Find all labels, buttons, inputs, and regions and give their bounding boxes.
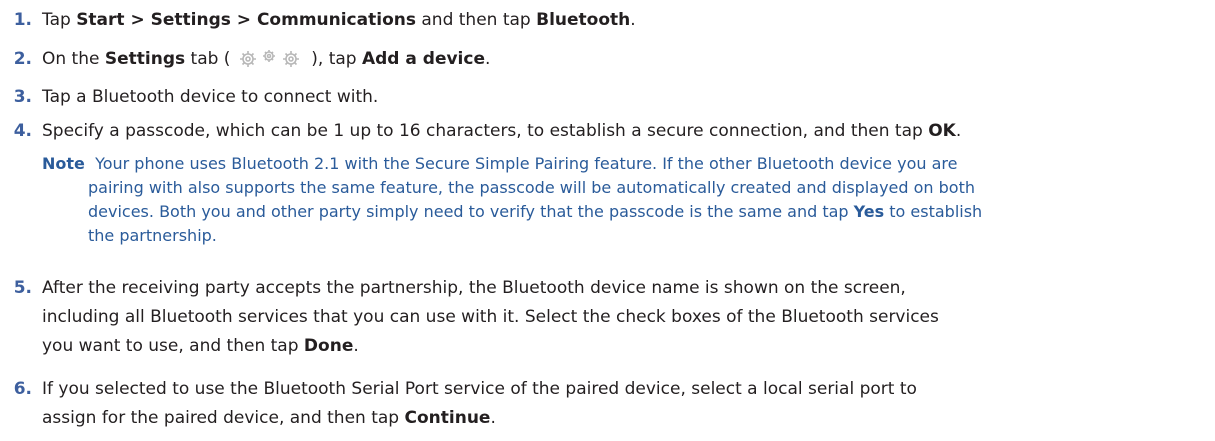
step-number: 5. (13, 278, 32, 298)
menu-path: Start > Settings > Communications (76, 10, 416, 30)
step-number: 6. (13, 379, 32, 399)
step-text-line-2: including all Bluetooth services that yo… (42, 307, 939, 327)
step-text-line-3: you want to use, and then tap Done. (42, 336, 359, 356)
note-line-1: Note Your phone uses Bluetooth 2.1 with … (42, 154, 958, 173)
ok-label: OK (928, 121, 956, 141)
note-label: Note (42, 154, 85, 173)
continue-label: Continue (404, 408, 491, 428)
done-label: Done (303, 336, 354, 356)
step-text: Tap Start > Settings > Communications an… (42, 10, 636, 30)
step-number: 3. (13, 87, 32, 107)
step-number: 2. (13, 49, 32, 69)
step-number: 4. (13, 121, 32, 141)
step-text-line-1: After the receiving party accepts the pa… (42, 278, 906, 298)
settings-label: Settings (104, 49, 186, 69)
yes-label: Yes (853, 202, 885, 221)
add-device-label: Add a device (361, 49, 485, 69)
note-line-3: devices. Both you and other party simply… (88, 202, 983, 221)
note-line-2: pairing with also supports the same feat… (88, 178, 975, 197)
step-text-line-1: If you selected to use the Bluetooth Ser… (42, 379, 917, 399)
step-text-line-2: assign for the paired device, and then t… (42, 408, 496, 428)
step-text: On the Settings tab ( ), tap Add a devic… (42, 49, 491, 69)
note-line-4: the partnership. (88, 226, 217, 245)
step-text: Tap a Bluetooth device to connect with. (42, 87, 379, 107)
settings-gears-icon (239, 50, 299, 67)
step-number: 1. (13, 10, 32, 30)
bluetooth-label: Bluetooth (536, 10, 631, 30)
step-text: Specify a passcode, which can be 1 up to… (42, 121, 962, 141)
instruction-page: 1. Tap Start > Settings > Communications… (0, 0, 1215, 441)
